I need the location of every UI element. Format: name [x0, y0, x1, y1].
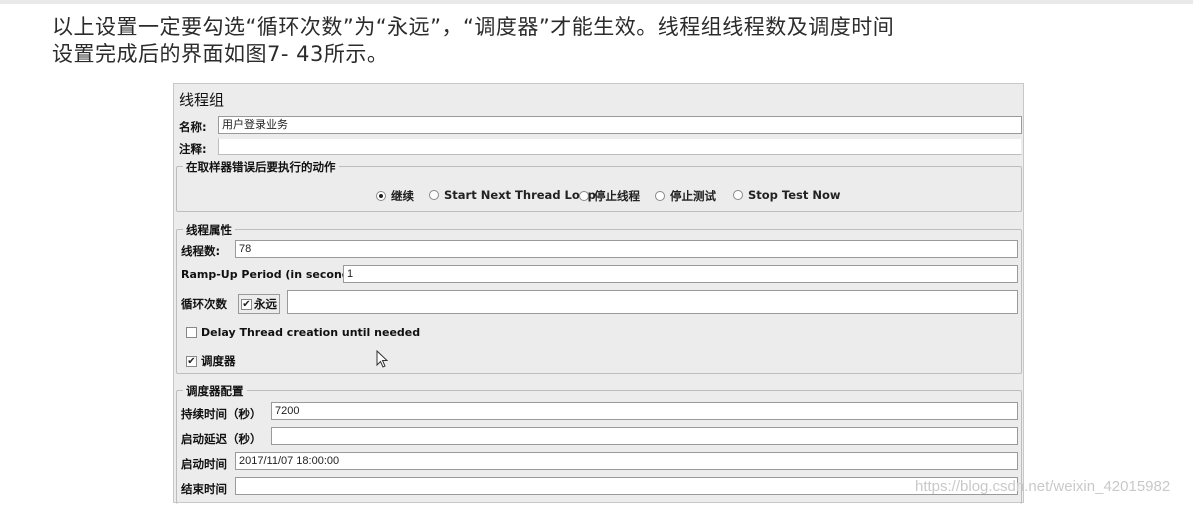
- radio-start-next-loop-label: Start Next Thread Loop: [444, 188, 596, 202]
- delay-thread-label: Delay Thread creation until needed: [201, 326, 421, 339]
- checkmark-icon: ✔: [186, 356, 197, 367]
- radio-continue[interactable]: 继续: [376, 188, 414, 204]
- caption-text: 以上设置一定要勾选“循环次数”为“永远”，“调度器”才能生效。线程组线程数及调度…: [52, 14, 894, 68]
- scheduler-config-legend: 调度器配置: [183, 383, 247, 399]
- radio-stop-test-now[interactable]: Stop Test Now: [733, 188, 841, 202]
- thread-properties-legend: 线程属性: [183, 222, 235, 238]
- watermark-text: https://blog.csdn.net/weixin_42015982: [915, 478, 1171, 495]
- caption-line-2: 设置完成后的界面如图7- 43所示。: [52, 42, 389, 66]
- caption-line-1: 以上设置一定要勾选“循环次数”为“永远”，“调度器”才能生效。线程组线程数及调度…: [52, 15, 895, 39]
- rampup-field[interactable]: 1: [343, 265, 1018, 283]
- duration-field[interactable]: 7200: [271, 402, 1018, 420]
- checkbox-icon: [186, 327, 197, 338]
- radio-stop-test-label: 停止测试: [670, 189, 716, 203]
- end-time-label: 结束时间: [181, 482, 227, 496]
- radio-icon: [579, 190, 589, 201]
- thread-group-panel: 线程组 名称: 用户登录业务 注释: 在取样器错误后要执行的动作 继续 Star…: [173, 83, 1024, 504]
- startup-delay-label: 启动延迟（秒）: [181, 432, 262, 446]
- rampup-label: Ramp-Up Period (in seconds):: [181, 268, 366, 281]
- end-time-field[interactable]: [235, 477, 1018, 495]
- start-time-field[interactable]: 2017/11/07 18:00:00: [235, 452, 1018, 470]
- scheduler-checkbox[interactable]: ✔ 调度器: [186, 353, 236, 369]
- radio-start-next-loop[interactable]: Start Next Thread Loop: [429, 188, 596, 202]
- duration-label: 持续时间（秒）: [181, 407, 262, 421]
- comment-label: 注释:: [179, 142, 207, 156]
- checkmark-icon: ✔: [241, 299, 252, 310]
- startup-delay-field[interactable]: [271, 427, 1018, 445]
- threads-field[interactable]: 78: [235, 240, 1018, 258]
- mouse-pointer-icon: [376, 350, 389, 368]
- radio-stop-thread-label: 停止线程: [594, 189, 640, 203]
- radio-stop-test[interactable]: 停止测试: [655, 188, 716, 204]
- radio-selected-icon: [376, 190, 386, 201]
- error-action-legend: 在取样器错误后要执行的动作: [183, 159, 339, 175]
- forever-checkbox[interactable]: ✔ 永远: [238, 294, 280, 314]
- radio-continue-label: 继续: [391, 189, 414, 203]
- name-label: 名称:: [179, 120, 207, 134]
- radio-stop-test-now-label: Stop Test Now: [748, 188, 841, 202]
- name-field[interactable]: 用户登录业务: [218, 116, 1022, 134]
- scheduler-label: 调度器: [201, 354, 236, 368]
- loop-count-label: 循环次数: [181, 297, 227, 311]
- comment-field[interactable]: [218, 138, 1022, 155]
- delay-thread-checkbox[interactable]: Delay Thread creation until needed: [186, 325, 420, 339]
- start-time-label: 启动时间: [181, 457, 227, 471]
- panel-title: 线程组: [179, 91, 225, 109]
- radio-stop-thread[interactable]: 停止线程: [579, 188, 640, 204]
- loop-count-field[interactable]: [287, 290, 1018, 314]
- forever-label: 永远: [254, 297, 277, 311]
- top-divider: [0, 0, 1193, 4]
- threads-label: 线程数:: [181, 244, 221, 258]
- radio-icon: [733, 189, 743, 200]
- radio-icon: [655, 190, 665, 201]
- radio-icon: [429, 189, 439, 200]
